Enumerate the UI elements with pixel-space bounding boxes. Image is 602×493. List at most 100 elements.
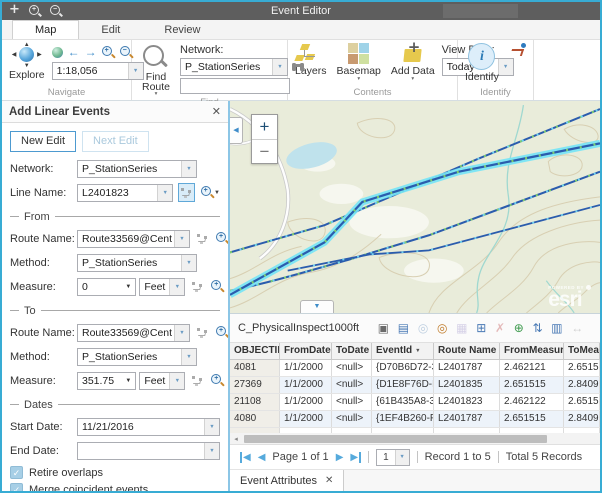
start-date-combobox[interactable]: 11/21/2016 ▼ (77, 418, 220, 436)
previous-extent-icon[interactable]: ← (68, 46, 80, 58)
network-dropdown-icon[interactable]: ▼ (272, 59, 287, 75)
line-name-combobox[interactable]: L2401823 ▼ (77, 184, 173, 202)
pan-icon[interactable] (8, 5, 21, 18)
new-edit-button[interactable]: New Edit (10, 131, 76, 152)
page-select-combobox[interactable]: 1 ▼ (376, 449, 410, 466)
end-date-combobox[interactable]: ▼ (77, 442, 220, 460)
zoom-in-icon[interactable] (29, 5, 42, 18)
ribbon-filler (534, 40, 600, 100)
fixed-zoom-out-icon[interactable] (120, 46, 133, 59)
dates-separator: Dates (10, 398, 220, 411)
col-fromdate[interactable]: FromDate (280, 343, 332, 359)
retire-overlaps-checkbox[interactable]: ✓ (10, 466, 23, 479)
map-view[interactable]: + − ◀ ▼ POWERED BY esri (230, 101, 600, 314)
previous-page-button[interactable]: ◀ (258, 452, 266, 463)
panel-network-combobox[interactable]: P_StationSeries ▼ (77, 160, 197, 178)
total-records-text: Total 5 Records (506, 451, 582, 463)
col-tomeasure[interactable]: ToMea (564, 343, 600, 359)
add-data-icon (402, 43, 424, 64)
group-label-navigate: Navigate (2, 87, 131, 100)
table-title: C_PhysicalInspect1000ft (238, 322, 359, 334)
next-extent-icon[interactable]: → (85, 46, 97, 58)
select-to-route-button[interactable] (195, 323, 210, 342)
identify-route-location-icon[interactable] (510, 43, 526, 57)
scale-combobox[interactable]: 1:18,056 ▼ (52, 62, 144, 80)
scrollbar-thumb[interactable] (244, 435, 547, 443)
from-measure-tool-button[interactable] (190, 277, 205, 296)
scroll-left-icon[interactable]: ◂ (230, 435, 242, 443)
full-extent-icon[interactable] (52, 47, 63, 58)
to-measure-tool-button[interactable] (190, 371, 205, 390)
from-measure-combobox[interactable]: 0 ▼ (77, 278, 136, 296)
table-row[interactable]: 273691/1/2000<null>{D1E8F76D-FL24018352.… (230, 377, 600, 394)
identify-button[interactable]: i Identify (462, 43, 502, 83)
table-view-icon[interactable]: ▤ (398, 322, 409, 334)
col-todate[interactable]: ToDate (332, 343, 372, 359)
table-pager: ◀ ◀ Page 1 of 1 ▶ ▶ 1 ▼ Record 1 to 5 To… (230, 445, 600, 470)
group-find: Find Route ▾ Network: P_StationSeries ▼ (132, 40, 288, 100)
collapse-panel-button[interactable]: ◀ (230, 117, 243, 144)
next-page-button[interactable]: ▶ (336, 452, 344, 463)
find-route-input[interactable] (180, 78, 290, 94)
group-navigate: ▲ ▼ ◀ ▶ Explore ← → (2, 40, 132, 100)
tab-event-attributes[interactable]: Event Attributes ✕ (230, 470, 344, 491)
tab-close-icon[interactable]: ✕ (325, 475, 333, 486)
to-unit-combobox[interactable]: Feet ▼ (139, 372, 185, 390)
first-page-button[interactable]: ◀ (240, 452, 251, 463)
to-route-combobox[interactable]: Route33569@Cent ▼ (77, 324, 190, 342)
delete-selected-icon: ✗ (495, 322, 505, 334)
layers-icon (300, 43, 322, 64)
show-selection-icon[interactable]: ▣ (378, 322, 389, 334)
zoom-to-to-measure-icon[interactable] (211, 374, 220, 387)
append-selection-icon[interactable]: ⊕ (514, 322, 524, 334)
from-unit-combobox[interactable]: Feet ▼ (139, 278, 185, 296)
select-line-on-map-button[interactable] (178, 183, 194, 202)
collapse-table-button[interactable]: ▼ (300, 300, 334, 313)
to-measure-combobox[interactable]: 351.75 ▼ (77, 372, 136, 390)
tab-edit[interactable]: Edit (79, 21, 142, 39)
ribbon: ▲ ▼ ◀ ▶ Explore ← → (2, 40, 600, 101)
col-objectid[interactable]: OBJECTID (230, 343, 280, 359)
find-route-button[interactable]: Find Route ▾ (136, 43, 176, 97)
table-row[interactable]: 40811/1/2000<null>{D70B6D72-3L24017872.4… (230, 360, 600, 377)
zoom-out-icon[interactable] (50, 5, 63, 18)
sort-icon[interactable]: ⇅ (532, 322, 542, 334)
network-combobox[interactable]: P_StationSeries ▼ (180, 58, 288, 76)
group-identify: i Identify Identify (458, 40, 534, 100)
event-editor-window: Event Editor Map Edit Review ▲ ▼ ◀ ▶ (0, 0, 602, 493)
from-route-combobox[interactable]: Route33569@Cent ▼ (77, 230, 190, 248)
next-edit-button: Next Edit (82, 131, 149, 152)
map-zoom-in-button[interactable]: + (252, 115, 277, 139)
attribute-transfer-icon[interactable]: ▥ (551, 322, 562, 334)
table-horizontal-scrollbar[interactable]: ◂ (230, 433, 600, 445)
fixed-zoom-in-icon[interactable] (102, 46, 115, 59)
map-zoom-out-button[interactable]: − (252, 139, 277, 163)
pan-to-selection-icon[interactable]: ◎ (437, 322, 447, 334)
col-frommeasure[interactable]: FromMeasure (500, 343, 564, 359)
zoom-to-line-icon[interactable] (201, 186, 211, 199)
basemap-button[interactable]: Basemap ▾ (334, 43, 384, 82)
bottom-tab-bar: Event Attributes ✕ (230, 470, 600, 491)
last-page-button[interactable]: ▶ (350, 452, 361, 463)
col-routename[interactable]: Route Name (434, 343, 500, 359)
merge-coincident-checkbox[interactable]: ✓ (10, 483, 23, 491)
table-row[interactable]: 40801/1/2000<null>{1EF4B260-FL24017872.6… (230, 411, 600, 428)
to-method-combobox[interactable]: P_StationSeries ▼ (77, 348, 197, 366)
find-route-icon (143, 45, 169, 71)
panel-close-icon[interactable]: ✕ (212, 105, 221, 118)
tab-map[interactable]: Map (12, 20, 79, 39)
zoom-to-from-measure-icon[interactable] (211, 280, 220, 293)
basemap-icon (348, 43, 369, 64)
select-from-route-button[interactable] (195, 229, 210, 248)
zoom-options-dropdown-icon[interactable]: ▼ (214, 190, 220, 196)
tab-review[interactable]: Review (142, 21, 222, 39)
map-canvas[interactable] (230, 101, 600, 313)
col-eventid[interactable]: EventId▼ (372, 343, 434, 359)
table-row[interactable]: 211081/1/2000<null>{61B435A8-3L24018232.… (230, 394, 600, 411)
field-calculator-icon[interactable]: ⊞ (476, 322, 486, 334)
record-range-text: Record 1 to 5 (425, 451, 491, 463)
explore-button[interactable]: ▲ ▼ ◀ ▶ Explore (6, 43, 48, 81)
identify-icon: i (468, 43, 495, 70)
add-data-button[interactable]: Add Data ▾ (388, 43, 438, 82)
from-method-combobox[interactable]: P_StationSeries ▼ (77, 254, 197, 272)
